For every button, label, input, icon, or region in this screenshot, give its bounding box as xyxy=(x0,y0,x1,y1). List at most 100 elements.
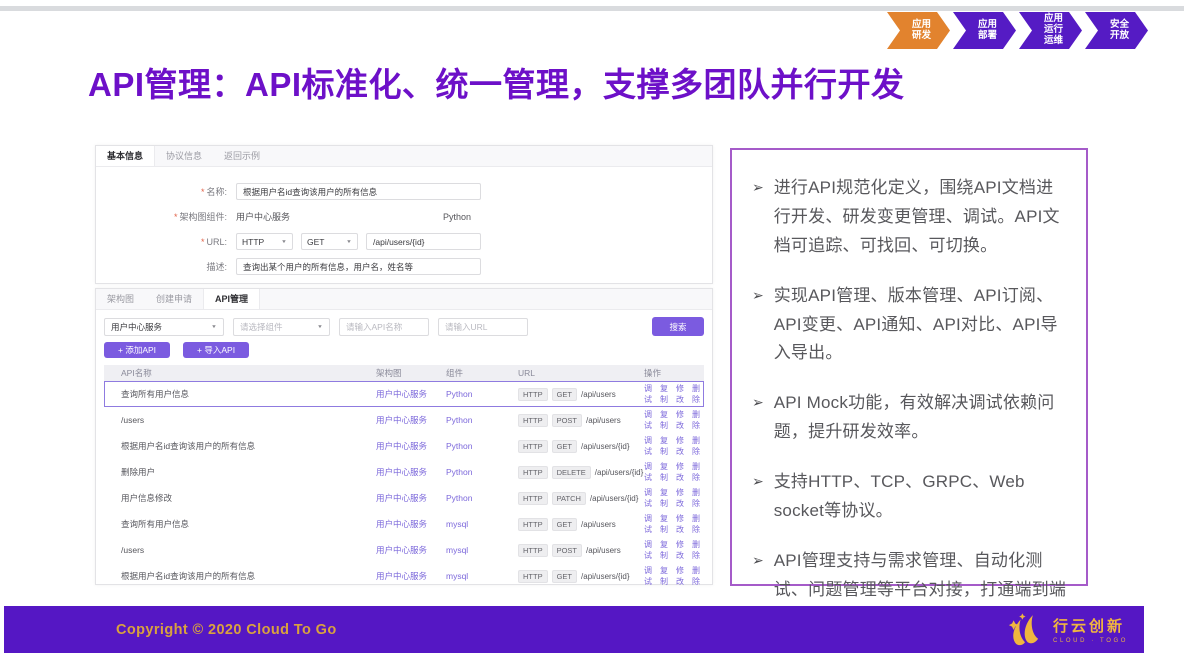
diagram-link[interactable]: 用户中心服务 xyxy=(376,570,446,582)
diagram-link[interactable]: 用户中心服务 xyxy=(376,388,446,400)
row-action-link[interactable]: 调试 xyxy=(644,539,656,561)
service-filter-select[interactable]: 用户中心服务 ▼ xyxy=(104,318,224,336)
protocol-badge: HTTP xyxy=(518,440,548,453)
table-row[interactable]: 根据用户名id查询该用户的所有信息 用户中心服务 mysql HTTP GET … xyxy=(104,563,704,589)
import-api-button[interactable]: + 导入API xyxy=(183,342,249,358)
row-action-link[interactable]: 复制 xyxy=(660,383,672,405)
url-path-text: /api/users/{id} xyxy=(590,494,638,503)
name-input[interactable] xyxy=(236,183,481,200)
row-action-link[interactable]: 复制 xyxy=(660,513,672,535)
row-action-link[interactable]: 修改 xyxy=(676,539,688,561)
row-action-link[interactable]: 删除 xyxy=(692,487,704,509)
diagram-link[interactable]: 用户中心服务 xyxy=(376,518,446,530)
row-action-link[interactable]: 调试 xyxy=(644,435,656,457)
component-link[interactable]: mysql xyxy=(446,545,518,555)
process-step-label: 应用 运行 运维 xyxy=(1044,14,1063,47)
component-link[interactable]: Python xyxy=(446,415,518,425)
row-action-link[interactable]: 修改 xyxy=(676,435,688,457)
method-select[interactable]: GET ▼ xyxy=(301,233,358,250)
api-name-cell: 用户信息修改 xyxy=(104,492,376,504)
form-tab[interactable]: 返回示例 xyxy=(213,146,271,166)
row-action-link[interactable]: 调试 xyxy=(644,383,656,405)
row-action-link[interactable]: 调试 xyxy=(644,565,656,587)
service-filter-value: 用户中心服务 xyxy=(111,321,162,333)
row-actions-cell: 调试复制修改删除 xyxy=(644,539,704,561)
diagram-link[interactable]: 用户中心服务 xyxy=(376,414,446,426)
table-row[interactable]: /users 用户中心服务 mysql HTTP POST /api/users… xyxy=(104,537,704,563)
row-action-link[interactable]: 修改 xyxy=(676,565,688,587)
row-action-link[interactable]: 复制 xyxy=(660,409,672,431)
api-name-filter-input[interactable] xyxy=(339,318,429,336)
url-cell: HTTP PATCH /api/users/{id} xyxy=(518,492,644,505)
row-action-link[interactable]: 复制 xyxy=(660,565,672,587)
row-action-link[interactable]: 删除 xyxy=(692,461,704,483)
api-panel-tabbar: 架构图 创建申请 API管理 xyxy=(96,289,712,310)
diagram-link[interactable]: 用户中心服务 xyxy=(376,492,446,504)
row-action-link[interactable]: 删除 xyxy=(692,539,704,561)
url-path-input[interactable] xyxy=(366,233,481,250)
row-action-link[interactable]: 删除 xyxy=(692,383,704,405)
component-link[interactable]: Python xyxy=(446,389,518,399)
row-action-link[interactable]: 复制 xyxy=(660,487,672,509)
url-label: *URL: xyxy=(96,237,236,247)
table-row[interactable]: 根据用户名id查询该用户的所有信息 用户中心服务 Python HTTP GET… xyxy=(104,433,704,459)
api-detail-panel: 基本信息 协议信息 返回示例 *名称: *架构图组件: 用户中心服务 Pytho… xyxy=(95,145,713,284)
description-label: 描述: xyxy=(96,260,236,273)
api-panel-tab[interactable]: 创建申请 xyxy=(145,289,203,309)
table-row[interactable]: /users 用户中心服务 Python HTTP POST /api/user… xyxy=(104,407,704,433)
row-action-link[interactable]: 删除 xyxy=(692,435,704,457)
row-action-link[interactable]: 修改 xyxy=(676,409,688,431)
component-filter-select[interactable]: 请选择组件 ▼ xyxy=(233,318,330,336)
component-link[interactable]: Python xyxy=(446,441,518,451)
method-badge: GET xyxy=(552,570,577,583)
row-action-link[interactable]: 删除 xyxy=(692,565,704,587)
diagram-link[interactable]: 用户中心服务 xyxy=(376,544,446,556)
row-action-link[interactable]: 调试 xyxy=(644,487,656,509)
api-name-cell: 删除用户 xyxy=(104,466,376,478)
api-panel-tab[interactable]: 架构图 xyxy=(96,289,145,309)
form-tab[interactable]: 基本信息 xyxy=(96,146,155,166)
description-input[interactable] xyxy=(236,258,481,275)
table-header-cell: 操作 xyxy=(644,367,704,379)
chevron-down-icon: ▼ xyxy=(211,324,217,329)
arrow-bullet-icon: ➢ xyxy=(752,389,764,447)
protocol-select[interactable]: HTTP ▼ xyxy=(236,233,293,250)
row-action-link[interactable]: 删除 xyxy=(692,409,704,431)
slide: 应用 研发 应用 部署 应用 运行 运维 安全 开放 API管理：API标准化、… xyxy=(0,0,1184,662)
row-action-link[interactable]: 修改 xyxy=(676,513,688,535)
row-action-link[interactable]: 复制 xyxy=(660,539,672,561)
component-link[interactable]: mysql xyxy=(446,571,518,581)
api-panel-tab[interactable]: API管理 xyxy=(203,289,260,309)
url-cell: HTTP GET /api/users xyxy=(518,388,644,401)
row-action-link[interactable]: 删除 xyxy=(692,513,704,535)
row-action-link[interactable]: 复制 xyxy=(660,435,672,457)
protocol-badge: HTTP xyxy=(518,518,548,531)
form-tab[interactable]: 协议信息 xyxy=(155,146,213,166)
copyright-text: Copyright © 2020 Cloud To Go xyxy=(116,622,337,638)
process-step-arrow: 应用 研发 xyxy=(887,12,950,49)
diagram-link[interactable]: 用户中心服务 xyxy=(376,440,446,452)
table-row[interactable]: 用户信息修改 用户中心服务 Python HTTP PATCH /api/use… xyxy=(104,485,704,511)
diagram-link[interactable]: 用户中心服务 xyxy=(376,466,446,478)
component-link[interactable]: Python xyxy=(446,467,518,477)
row-action-link[interactable]: 修改 xyxy=(676,383,688,405)
row-action-link[interactable]: 调试 xyxy=(644,461,656,483)
row-action-link[interactable]: 调试 xyxy=(644,409,656,431)
table-row[interactable]: 查询所有用户信息 用户中心服务 mysql HTTP GET /api/user… xyxy=(104,511,704,537)
row-action-link[interactable]: 复制 xyxy=(660,461,672,483)
row-action-link[interactable]: 修改 xyxy=(676,487,688,509)
component-link[interactable]: mysql xyxy=(446,519,518,529)
table-row[interactable]: 查询所有用户信息 用户中心服务 Python HTTP GET /api/use… xyxy=(104,381,704,407)
component-link[interactable]: Python xyxy=(446,493,518,503)
chevron-down-icon: ▼ xyxy=(346,239,352,244)
row-actions-cell: 调试复制修改删除 xyxy=(644,487,704,509)
table-row[interactable]: 删除用户 用户中心服务 Python HTTP DELETE /api/user… xyxy=(104,459,704,485)
method-badge: GET xyxy=(552,518,577,531)
search-button[interactable]: 搜索 xyxy=(652,317,704,336)
protocol-select-value: HTTP xyxy=(242,237,264,247)
row-action-link[interactable]: 修改 xyxy=(676,461,688,483)
add-api-button[interactable]: + 添加API xyxy=(104,342,170,358)
url-filter-input[interactable] xyxy=(438,318,528,336)
process-step-label: 应用 部署 xyxy=(978,20,997,42)
row-action-link[interactable]: 调试 xyxy=(644,513,656,535)
